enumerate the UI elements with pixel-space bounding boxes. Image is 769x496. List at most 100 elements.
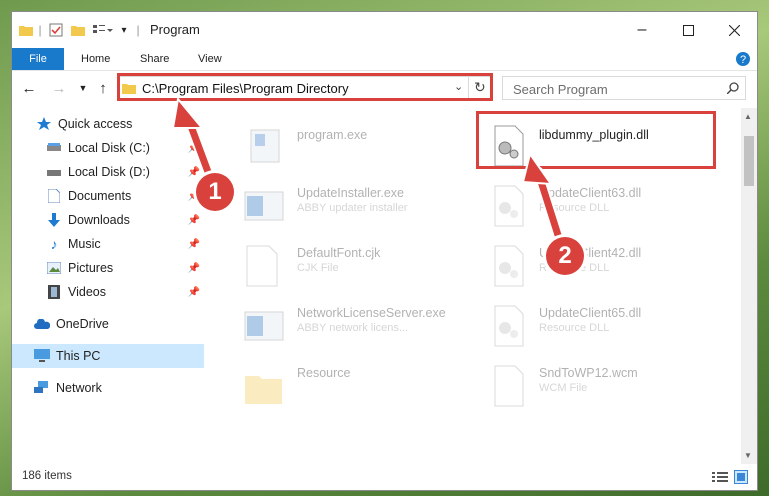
sidebar-item-label: This PC xyxy=(56,349,101,363)
file-item-updateclient63-dll[interactable]: UpdateClient63.dll Resource DLL xyxy=(487,182,717,234)
sidebar-item-label: Local Disk (D:) xyxy=(68,165,150,179)
maximize-button[interactable] xyxy=(665,12,711,48)
search-input[interactable] xyxy=(511,78,715,100)
minimize-button[interactable]: – xyxy=(619,12,665,48)
address-bar-highlight xyxy=(117,73,493,101)
file-item-defaultfont-cjk[interactable]: DefaultFont.cjk CJK File xyxy=(241,242,471,294)
sidebar-item-downloads[interactable]: Downloads 📌 xyxy=(12,208,204,232)
file-name: UpdateClient65.dll xyxy=(539,306,642,320)
sidebar-item-videos[interactable]: Videos 📌 xyxy=(12,280,204,304)
search-box[interactable] xyxy=(502,76,746,100)
sidebar-item-label: Documents xyxy=(68,189,132,203)
folder-icon xyxy=(18,22,34,38)
pin-icon: 📌 xyxy=(187,262,200,274)
up-button[interactable]: ↑ xyxy=(94,79,112,97)
tab-share[interactable]: Share xyxy=(140,48,169,70)
help-button[interactable]: ? xyxy=(734,50,752,68)
forward-button[interactable]: → xyxy=(50,79,68,97)
file-item-networklicenseserver-exe[interactable]: NetworkLicenseServer.exe ABBY network li… xyxy=(241,302,471,354)
file-description: Resource DLL xyxy=(539,322,610,334)
sidebar-item-local-disk-d[interactable]: Local Disk (D:) 📌 xyxy=(12,160,204,184)
file-description: ABBY updater installer xyxy=(297,202,408,214)
tab-file[interactable]: File xyxy=(12,48,64,70)
file-name: Resource xyxy=(297,366,351,380)
separator: | xyxy=(136,23,140,37)
application-icon xyxy=(244,311,284,341)
vertical-scrollbar[interactable]: ▲ ▼ xyxy=(741,108,757,464)
item-count: 186 items xyxy=(22,470,72,482)
drive-icon xyxy=(46,140,62,156)
close-button[interactable] xyxy=(711,12,757,48)
sidebar-item-network[interactable]: Network xyxy=(12,376,204,400)
up-arrow-icon: ↑ xyxy=(99,79,107,97)
scrollbar-thumb[interactable] xyxy=(744,136,754,186)
sidebar-item-label: Local Disk (C:) xyxy=(68,141,150,155)
tab-view[interactable]: View xyxy=(198,48,222,70)
sidebar-item-this-pc[interactable]: This PC xyxy=(12,344,204,368)
file-description: Resource DLL xyxy=(539,202,610,214)
download-icon xyxy=(46,212,62,228)
tab-home[interactable]: Home xyxy=(81,48,110,70)
file-description: CJK File xyxy=(297,262,339,274)
sidebar-item-music[interactable]: ♪ Music 📌 xyxy=(12,232,204,256)
computer-icon xyxy=(34,348,50,364)
sidebar-item-label: Quick access xyxy=(58,117,133,131)
file-name: NetworkLicenseServer.exe xyxy=(297,306,446,320)
sidebar-item-onedrive[interactable]: OneDrive xyxy=(12,312,204,336)
file-item-resource-folder[interactable]: Resource xyxy=(241,362,471,414)
dll-gear-icon xyxy=(494,245,524,287)
scroll-down-icon[interactable]: ▼ xyxy=(744,451,752,460)
sidebar-item-label: Network xyxy=(56,381,102,395)
status-bar: 186 items xyxy=(12,464,757,490)
drive-icon xyxy=(46,164,62,180)
cloud-icon xyxy=(34,316,50,332)
sidebar-item-label: Videos xyxy=(68,285,106,299)
file-item-updateinstaller-exe[interactable]: UpdateInstaller.exe ABBY updater install… xyxy=(241,182,471,234)
picture-icon xyxy=(46,260,62,276)
sidebar-item-local-disk-c[interactable]: Local Disk (C:) 📌 xyxy=(12,136,204,160)
separator: | xyxy=(38,23,42,37)
sidebar-item-label: Music xyxy=(68,237,101,251)
pin-icon: 📌 xyxy=(187,214,200,226)
properties-icon[interactable] xyxy=(48,22,64,38)
file-item-updateclient42-dll[interactable]: UpdateClient42.dll Resource DLL xyxy=(487,242,717,294)
star-icon xyxy=(36,116,52,132)
application-icon xyxy=(250,129,280,163)
music-note-icon: ♪ xyxy=(50,236,58,252)
file-item-updateclient65-dll[interactable]: UpdateClient65.dll Resource DLL xyxy=(487,302,717,354)
blank-file-icon xyxy=(494,365,524,407)
forward-arrow-icon: → xyxy=(51,79,67,97)
dll-gear-icon xyxy=(494,305,524,347)
details-view-icon[interactable] xyxy=(712,471,728,483)
recent-locations-button[interactable]: ▼ xyxy=(74,79,92,97)
sidebar-item-documents[interactable]: Documents 📌 xyxy=(12,184,204,208)
folder-icon xyxy=(245,376,282,404)
file-name: UpdateInstaller.exe xyxy=(297,186,405,200)
sidebar-item-pictures[interactable]: Pictures 📌 xyxy=(12,256,204,280)
back-button[interactable]: ← xyxy=(20,79,38,97)
new-folder-icon[interactable] xyxy=(70,22,86,38)
file-item-sndtowp12-wcm[interactable]: SndToWP12.wcm WCM File xyxy=(487,362,717,414)
view-options-icon[interactable] xyxy=(92,22,114,38)
film-icon xyxy=(46,284,62,300)
svg-text:?: ? xyxy=(740,54,746,66)
sidebar-item-label: Pictures xyxy=(68,261,114,275)
file-item-program-exe[interactable]: program.exe xyxy=(241,122,471,174)
close-icon xyxy=(728,24,740,36)
sidebar-item-quick-access[interactable]: Quick access xyxy=(12,112,204,136)
minimize-icon: – xyxy=(637,21,647,38)
document-icon xyxy=(46,188,62,204)
chevron-down-icon: ▼ xyxy=(78,83,88,93)
maximize-icon xyxy=(682,24,694,36)
customize-toolbar-icon[interactable]: ▾ xyxy=(118,22,130,38)
ribbon-tabs: File Home Share View ? xyxy=(12,48,757,71)
pin-icon: 📌 xyxy=(187,238,200,250)
sidebar-item-label: OneDrive xyxy=(56,317,109,331)
help-icon: ? xyxy=(736,52,750,66)
large-icons-view-icon[interactable] xyxy=(734,470,748,484)
step-badge-2: 2 xyxy=(546,237,584,275)
window-title: Program xyxy=(150,22,200,37)
network-icon xyxy=(34,380,50,396)
dll-gear-icon xyxy=(494,185,524,227)
scroll-up-icon[interactable]: ▲ xyxy=(744,112,752,121)
